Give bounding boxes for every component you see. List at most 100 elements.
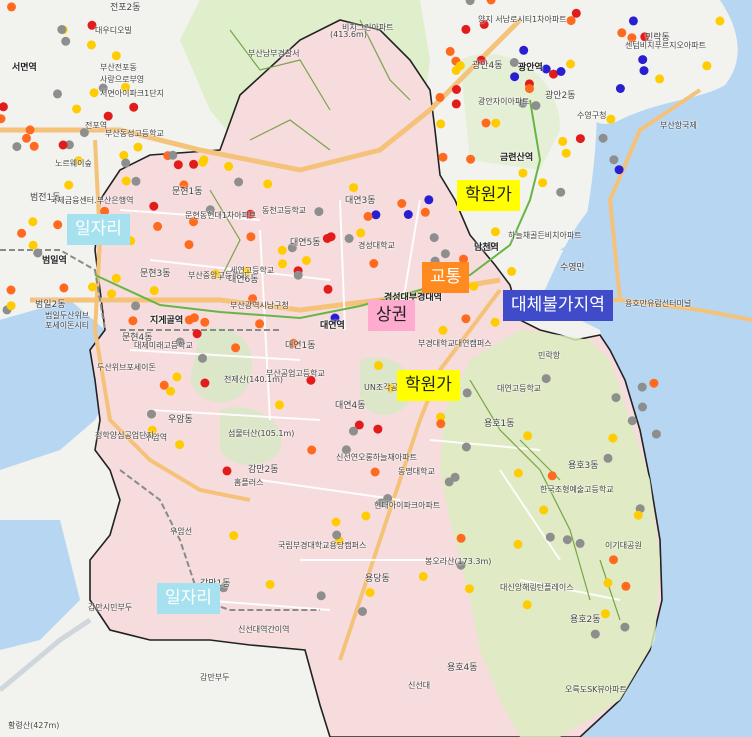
poi-dot [234, 177, 244, 187]
badge-irreplaceable: 대체불가지역 [503, 290, 613, 321]
poi-dot [173, 160, 183, 170]
poi-dot [435, 92, 445, 102]
poi-dot [438, 152, 448, 162]
poi-dot [365, 588, 375, 598]
poi-dot [121, 176, 131, 186]
poi-dot [131, 176, 141, 186]
poi-dot [627, 416, 637, 426]
poi-dot [128, 316, 138, 326]
poi-dot [620, 622, 630, 632]
poi-dot [370, 467, 380, 477]
poi-dot [331, 517, 341, 527]
poi-dot [615, 84, 625, 93]
poi-dot [464, 584, 474, 594]
poi-dot [525, 84, 534, 94]
poi-dot [450, 472, 460, 482]
poi-dot [609, 555, 618, 565]
poi-dot [53, 220, 63, 230]
label-igidae: 이기대공원 [605, 541, 642, 550]
poi-dot [523, 431, 533, 441]
poi-dot [61, 36, 71, 46]
poi-dot [566, 59, 575, 69]
poi-dot [107, 289, 117, 299]
poi-dot [469, 281, 479, 291]
label-bonghwasan: 봉오라산(173.3m) [425, 557, 492, 566]
poi-dot [637, 382, 647, 392]
poi-dot [545, 532, 555, 542]
poi-dot [28, 217, 38, 227]
label-bifc: 국제금융센터.부산은행역 [50, 196, 134, 205]
poi-dot [461, 442, 471, 452]
poi-dot [25, 125, 35, 135]
poi-dot [490, 227, 500, 237]
poi-dot [403, 210, 413, 219]
poi-dot [702, 61, 712, 71]
label-kyungsung: 경성대학교 [358, 241, 395, 250]
poi-dot [33, 248, 43, 258]
label-busan-jeonpo: 부산전포동 [100, 63, 137, 72]
label-daeyeon3: 대연3동 [345, 196, 376, 206]
label-dongcheon: 동천고등학교 [262, 206, 307, 215]
label-posco: 포세이돈시티 [45, 321, 90, 330]
label-homeplus: 홈플러스 [234, 478, 264, 487]
poi-dot [361, 511, 371, 521]
label-munhyeon1: 문현1동 [172, 187, 203, 197]
label-munhyeon-hyundai: 문현동현대1차아파트 [185, 211, 257, 220]
poi-dot [575, 538, 585, 548]
poi-dot [556, 67, 566, 76]
poi-dot [263, 179, 273, 189]
badge-jobs-west: 일자리 [67, 214, 130, 245]
poi-dot [59, 283, 69, 293]
poi-dot [609, 155, 619, 165]
poi-dot [111, 51, 121, 61]
poi-dot [363, 211, 373, 221]
poi-dot [28, 240, 38, 250]
poi-dot [64, 180, 74, 190]
label-minrak-port: 민락항 [538, 351, 561, 360]
badge-transport: 교통 [422, 262, 470, 293]
poi-dot [438, 325, 448, 335]
poi-dot [293, 270, 303, 280]
label-seongjil: 양지 서남로시티1차아파트 [478, 15, 567, 24]
label-namcheon-st: 남천역 [474, 243, 499, 253]
label-daejemidae: 대제미래고등학교 [134, 341, 193, 350]
poi-dot [153, 221, 163, 231]
label-gamman-pier: 감만시민부두 [88, 603, 133, 612]
poi-dot [265, 580, 275, 589]
poi-dot [655, 74, 665, 84]
label-busan-yesul: 부산광역시남구청 [230, 301, 289, 310]
poi-dot [608, 433, 618, 443]
poi-dot [131, 301, 141, 311]
poi-dot [603, 578, 613, 588]
poi-dot [72, 104, 82, 114]
poi-dot [561, 148, 571, 158]
poi-dot [255, 319, 265, 329]
poi-dot [461, 314, 471, 324]
poi-dot [491, 118, 501, 128]
poi-dot [617, 28, 627, 38]
poi-dot [22, 133, 31, 143]
label-sinsan: 섬물터산(105.1m) [228, 429, 295, 438]
label-suyeongman: 수영만 [560, 263, 585, 273]
label-gamman2: 감만2동 [248, 465, 279, 475]
poi-dot [429, 233, 439, 243]
poi-dot [600, 609, 610, 619]
poi-dot [513, 468, 523, 478]
poi-dot [481, 118, 491, 128]
poi-dot [175, 440, 185, 450]
poi-dot [651, 429, 661, 439]
poi-dot [562, 535, 572, 545]
label-busan-gongeop: 부산공업고등학교 [266, 369, 325, 378]
poi-dot [424, 195, 434, 205]
poi-dot [539, 505, 549, 515]
badge-hagwon-north: 학원가 [457, 180, 520, 211]
poi-dot [323, 284, 333, 294]
badge-hagwon-central: 학원가 [397, 370, 460, 401]
poi-dot [316, 591, 326, 601]
poi-dot [556, 187, 566, 197]
poi-dot [461, 24, 471, 34]
poi-dot [86, 40, 96, 50]
poi-dot [455, 61, 465, 71]
poi-dot [314, 207, 324, 217]
poi-dot [133, 142, 143, 152]
